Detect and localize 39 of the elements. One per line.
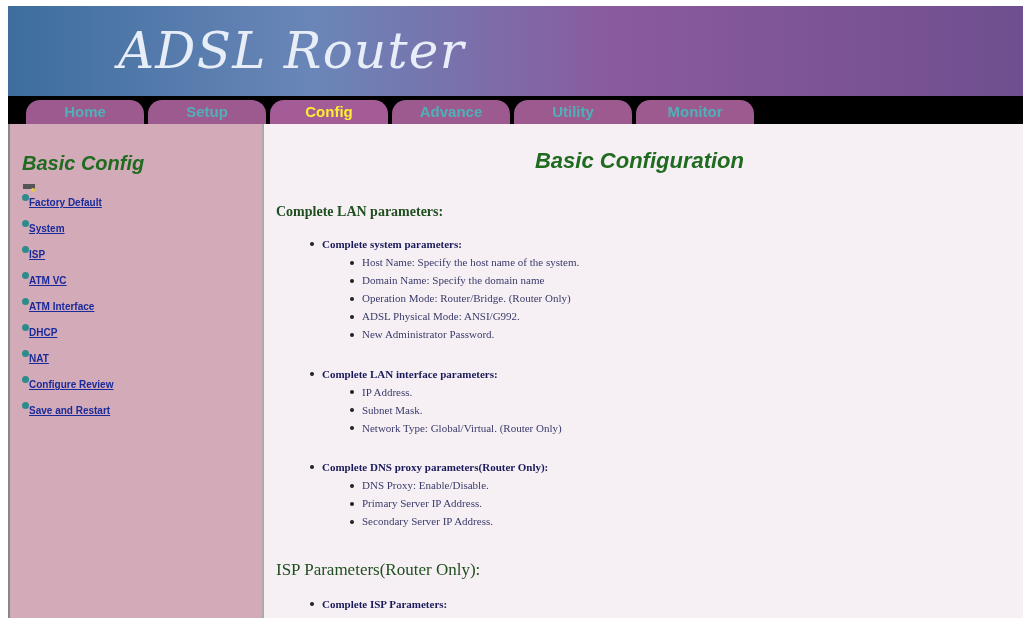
list-item: Primary Server IP Address. — [362, 496, 482, 512]
list-item: IP Address. — [362, 384, 413, 400]
list-item: ADSL Physical Mode: ANSI/G992. — [362, 309, 520, 325]
group-title: Complete LAN interface parameters: — [322, 366, 498, 382]
sidebar-link[interactable]: DHCP — [29, 325, 58, 340]
group-title: Complete system parameters: — [322, 237, 462, 252]
bullet-ball-icon — [22, 272, 29, 279]
bullet-ball-icon — [22, 194, 29, 201]
tools-icon — [22, 182, 36, 192]
list-item: Network Type: Global/Virtual. (Router Only) — [362, 420, 562, 436]
list-item: New Administrator Password. — [362, 327, 495, 343]
bullet-ball-icon — [22, 220, 29, 227]
sidebar-link[interactable]: ATM VC — [29, 273, 67, 288]
bullet-ball-icon — [22, 298, 29, 305]
sidebar-link[interactable]: System — [29, 221, 65, 236]
bullet-ball-icon — [22, 376, 29, 383]
bullet-ball-icon — [22, 402, 29, 409]
list-item: DNS Proxy: Enable/Disable. — [362, 478, 489, 494]
list-item: Domain Name: Specify the domain name — [362, 273, 545, 289]
sidebar-title: Basic Config — [22, 151, 146, 176]
section-heading: ISP Parameters(Router Only): — [276, 558, 482, 581]
list-item: Host Name: Specify the host name of the system. — [362, 255, 580, 271]
bullet-ball-icon — [22, 350, 29, 357]
sidebar-link[interactable]: Factory Default — [29, 195, 102, 210]
sidebar-link[interactable]: Configure Review — [29, 377, 114, 392]
sidebar-link[interactable]: ATM Interface — [29, 299, 95, 314]
list-item: Secondary Server IP Address. — [362, 514, 493, 530]
group-title: Complete DNS proxy parameters(Router Only): — [322, 460, 549, 475]
bullet-ball-icon — [22, 246, 29, 253]
page-title: Basic Configuration — [534, 147, 745, 175]
section-heading: Complete LAN parameters: — [276, 203, 445, 221]
nav-tab[interactable]: Config — [270, 100, 388, 124]
sidebar-link[interactable]: NAT — [29, 351, 49, 366]
sidebar-link[interactable]: Save and Restart — [29, 403, 111, 418]
list-item: Operation Mode: Router/Bridge. (Router Only) — [362, 291, 571, 307]
list-item: Subnet Mask. — [362, 402, 423, 418]
group-title: Complete ISP Parameters: — [322, 597, 448, 612]
bullet-ball-icon — [22, 324, 29, 331]
sidebar-link[interactable]: ISP — [29, 247, 46, 262]
